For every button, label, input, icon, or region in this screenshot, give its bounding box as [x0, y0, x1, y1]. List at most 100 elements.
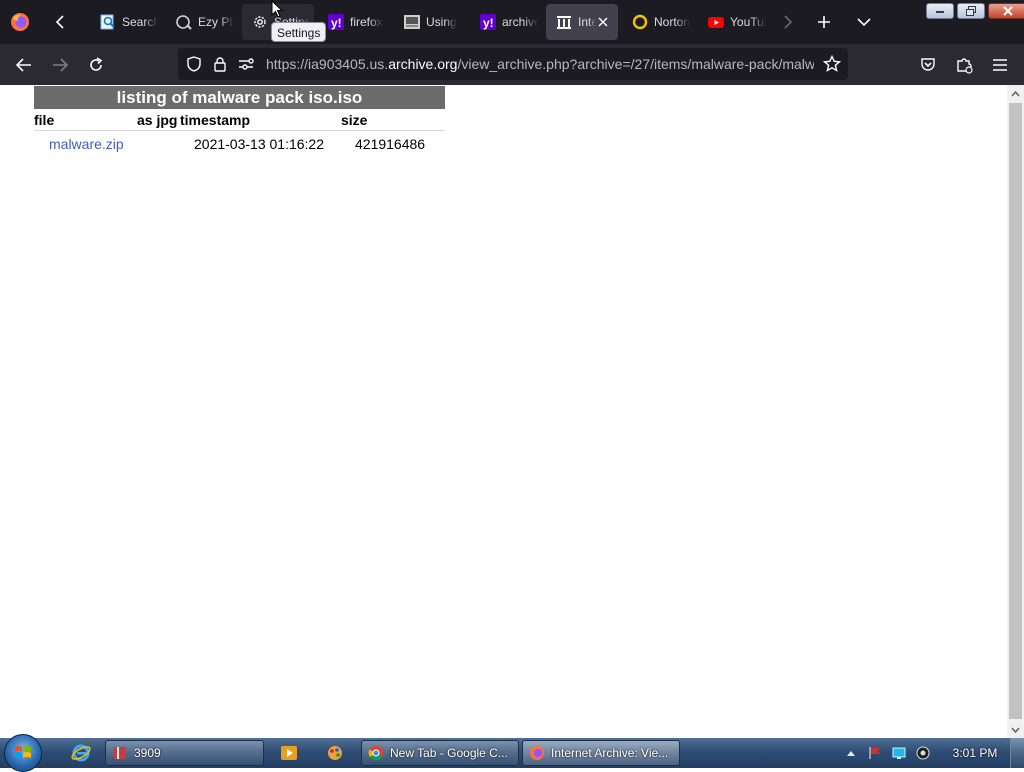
tab-strip: Search Ezy PDF Settings y! firefox Using… — [0, 0, 1024, 44]
header-file: file — [34, 109, 137, 131]
scrollbar-thumb[interactable] — [1009, 103, 1022, 719]
url-path: /view_archive.php?archive=/27/items/malw… — [457, 56, 814, 72]
vertical-scrollbar[interactable] — [1007, 85, 1024, 738]
tab-youtube[interactable]: YouTube — [698, 4, 770, 40]
app-menu-button[interactable] — [984, 49, 1016, 81]
tab-label: Using — [426, 15, 457, 29]
plus-icon — [818, 16, 830, 28]
taskbar-button-firefox[interactable]: Internet Archive: Vie... — [522, 740, 680, 766]
paint-app-icon[interactable] — [324, 742, 346, 764]
tab-archive-search[interactable]: y! archive — [470, 4, 538, 40]
scroll-down-arrow-icon[interactable] — [1007, 721, 1024, 738]
chevron-left-icon — [55, 15, 64, 29]
close-tab-icon[interactable] — [596, 15, 610, 29]
tab-label: archive — [502, 15, 538, 29]
firefox-icon — [529, 745, 545, 761]
permissions-icon[interactable] — [236, 54, 256, 74]
tab-firefox[interactable]: y! firefox — [318, 4, 386, 40]
file-cell: malware.zip — [34, 131, 137, 152]
taskbar-clock[interactable]: 3:01 PM — [945, 738, 1005, 768]
header-timestamp: timestamp — [180, 109, 341, 131]
windows-taskbar: 3909 New Tab - Google C... Internet Arch… — [0, 734, 1024, 772]
tab-label: Ezy PDF — [198, 15, 234, 29]
pocket-icon — [921, 58, 935, 71]
tab-internet-archive[interactable]: Internet Archive — [546, 4, 618, 40]
back-button[interactable] — [8, 49, 40, 81]
taskbar-button-label: 3909 — [134, 746, 161, 760]
reload-icon — [90, 57, 103, 71]
hamburger-menu-icon — [993, 59, 1007, 71]
timestamp-cell: 2021-03-13 01:16:22 — [194, 136, 324, 152]
taskbar-button-app[interactable]: 3909 — [105, 740, 264, 766]
media-player-icon[interactable] — [278, 742, 300, 764]
windows-logo-icon — [15, 746, 31, 758]
tab-label: YouTube — [730, 15, 766, 29]
tabs-scroll-left-button[interactable] — [44, 8, 76, 36]
minimize-window-button[interactable] — [926, 3, 954, 19]
start-button[interactable] — [4, 734, 42, 772]
network-icon[interactable] — [892, 746, 906, 760]
new-tab-button[interactable] — [808, 6, 840, 38]
archive-listing-table: listing of malware pack iso.iso file as … — [34, 86, 445, 152]
show-desktop-button[interactable] — [1010, 738, 1024, 768]
chevron-right-icon — [784, 15, 793, 29]
extensions-button[interactable] — [948, 49, 980, 81]
search-doc-icon — [100, 14, 116, 30]
norton-icon — [632, 14, 648, 30]
size-cell: 421916486 — [355, 136, 426, 152]
tab-label: firefox — [350, 15, 383, 29]
bookmark-star-icon[interactable] — [822, 54, 842, 74]
firefox-menu-icon[interactable] — [10, 12, 30, 32]
scroll-up-arrow-icon[interactable] — [1007, 85, 1024, 102]
arrow-left-icon — [16, 58, 31, 72]
url-host: archive.org — [388, 56, 458, 72]
listing-caption: listing of malware pack iso.iso — [34, 86, 445, 109]
minimize-icon — [936, 11, 944, 13]
svg-text:y!: y! — [331, 16, 342, 30]
tab-tooltip: Settings — [271, 22, 327, 42]
file-link[interactable]: malware.zip — [49, 136, 124, 152]
yahoo-icon: y! — [480, 14, 496, 30]
flag-notification-icon[interactable] — [868, 746, 882, 760]
close-window-button[interactable] — [988, 3, 1024, 19]
chrome-icon — [368, 745, 384, 761]
forward-button[interactable] — [44, 49, 76, 81]
tab-search[interactable]: Search — [90, 4, 158, 40]
gear-icon — [252, 14, 268, 30]
tab-using[interactable]: Using — [394, 4, 462, 40]
mouse-cursor-icon — [271, 0, 283, 18]
header-as-jpg: as jpg — [137, 109, 180, 131]
taskbar-button-chrome[interactable]: New Tab - Google C... — [361, 740, 519, 766]
tab-label: Search — [122, 15, 158, 29]
restore-window-button[interactable] — [957, 3, 985, 19]
url-prefix: https://ia903405.us. — [266, 56, 389, 72]
lock-icon[interactable] — [210, 54, 230, 74]
show-hidden-icons-arrow-icon[interactable] — [844, 746, 858, 760]
svg-text:y!: y! — [483, 16, 494, 30]
internet-explorer-icon[interactable] — [70, 742, 92, 764]
address-bar[interactable]: https://ia903405.us.archive.org/view_arc… — [178, 48, 848, 80]
restore-icon — [966, 6, 976, 16]
volume-icon[interactable] — [916, 746, 930, 760]
taskbar-button-label: Internet Archive: Vie... — [551, 746, 669, 760]
navigation-toolbar: https://ia903405.us.archive.org/view_arc… — [0, 44, 1024, 85]
list-all-tabs-button[interactable] — [848, 6, 880, 38]
pocket-button[interactable] — [912, 49, 944, 81]
tracking-protection-shield-icon[interactable] — [184, 54, 204, 74]
table-row: malware.zip 2021-03-13 01:16:22 42191648… — [34, 131, 445, 152]
tab-norton[interactable]: Norton — [622, 4, 690, 40]
tab-ezy-pdf[interactable]: Ezy PDF — [166, 4, 234, 40]
tab-label: Internet Archive — [578, 15, 596, 29]
close-icon — [1003, 6, 1013, 16]
tabs-scroll-right-button[interactable] — [776, 8, 800, 36]
archive-icon — [556, 14, 572, 30]
table-header-row: file as jpg timestamp size — [34, 109, 445, 131]
url-text[interactable]: https://ia903405.us.archive.org/view_arc… — [266, 56, 814, 72]
chevron-down-icon — [857, 18, 871, 27]
youtube-icon — [708, 14, 724, 30]
tab-label: Norton — [654, 15, 690, 29]
taskbar-button-label: New Tab - Google C... — [390, 746, 508, 760]
arrow-right-icon — [53, 58, 68, 72]
reload-button[interactable] — [80, 49, 112, 81]
header-size: size — [341, 109, 445, 131]
